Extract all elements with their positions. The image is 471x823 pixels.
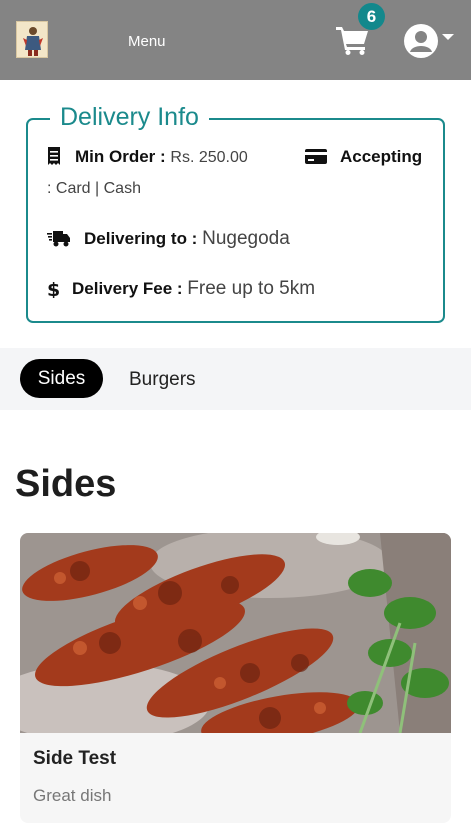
shopping-cart-icon[interactable] — [336, 25, 370, 55]
user-circle-icon[interactable] — [404, 24, 438, 58]
credit-card-icon — [305, 149, 327, 164]
dish-description: Great dish — [33, 786, 112, 805]
delivery-truck-icon — [47, 231, 70, 247]
logo-icon — [17, 22, 47, 57]
tab-burgers[interactable]: Burgers — [129, 369, 196, 391]
accepting-value: : Card | Cash — [47, 180, 141, 197]
svg-text:$: $ — [47, 279, 59, 298]
dollar-icon: $ — [47, 279, 59, 298]
delivery-fee-row: Delivery Fee : Free up to 5km — [72, 278, 315, 300]
dish-name: Side Test — [33, 748, 117, 769]
receipt-icon — [48, 147, 60, 165]
accepting-label: Accepting — [340, 147, 423, 166]
delivering-to-label: Delivering to : — [84, 229, 198, 248]
delivery-fee-value: Free up to 5km — [187, 278, 316, 299]
tab-sides[interactable]: Sides — [20, 359, 103, 398]
delivering-to-row: Delivering to : Nugegoda — [84, 228, 290, 250]
dish-image — [20, 533, 451, 733]
restaurant-logo[interactable] — [16, 21, 48, 58]
min-order-label: Min Order : — [75, 147, 166, 166]
min-order-row: Min Order : Rs. 250.00 — [75, 147, 248, 167]
top-navbar: Menu 6 — [0, 0, 471, 80]
user-dropdown-caret-icon[interactable] — [442, 34, 454, 40]
cart-count-badge: 6 — [358, 3, 385, 30]
menu-link[interactable]: Menu — [128, 33, 166, 50]
delivery-fee-label: Delivery Fee : — [72, 279, 183, 298]
accepting-value-row: : Card | Cash — [47, 178, 141, 198]
delivering-to-value: Nugegoda — [202, 228, 290, 249]
section-title: Sides — [15, 463, 117, 505]
accepting-label-row: Accepting — [340, 147, 422, 167]
min-order-value: Rs. 250.00 — [170, 149, 248, 166]
menu-item-card[interactable]: Side Test Great dish — [20, 533, 451, 823]
delivery-info-title: Delivery Info — [50, 103, 209, 132]
